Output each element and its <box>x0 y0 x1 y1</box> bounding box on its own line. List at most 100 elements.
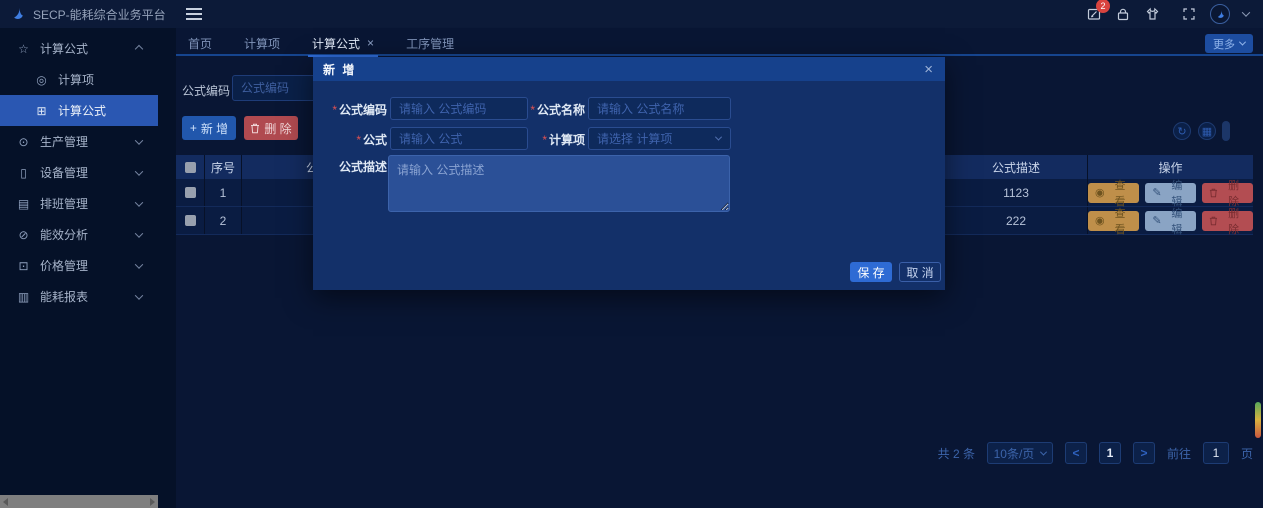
chevron-down-icon <box>1040 448 1047 455</box>
sidebar-item-report[interactable]: ▥ 能耗报表 <box>0 281 158 312</box>
tab-home[interactable]: 首页 <box>188 31 212 55</box>
top-header: SECP-能耗综合业务平台 2 <box>0 0 1263 28</box>
user-menu-chevron-down-icon[interactable] <box>1242 8 1250 16</box>
sidebar: ☆ 计算公式 ◎ 计算项 ⊞ 计算公式 ⊙ 生产管理 ▯ 设备管理 ▤ 排班管理 <box>0 28 176 508</box>
tab-calc-item[interactable]: 计算项 <box>244 31 280 55</box>
row-desc: 222 <box>945 207 1088 234</box>
formula-code-input[interactable] <box>390 97 528 120</box>
sidebar-item-price[interactable]: ⊡ 价格管理 <box>0 250 158 281</box>
sidebar-item-calc-formula[interactable]: ⊞ 计算公式 <box>0 95 158 126</box>
fullscreen-icon[interactable] <box>1181 6 1197 22</box>
right-edge-indicator <box>1255 402 1261 438</box>
production-icon: ⊙ <box>16 135 31 149</box>
refresh-icon[interactable]: ↻ <box>1173 122 1191 140</box>
formula-input[interactable] <box>390 127 528 150</box>
eye-icon: ◉ <box>1095 186 1105 199</box>
eye-icon: ◉ <box>1095 214 1105 227</box>
field-label-item: *计算项 <box>513 131 585 148</box>
tab-bar: 首页 计算项 计算公式 × 工序管理 更多 <box>176 32 1263 56</box>
column-header-index: 序号 <box>205 155 242 179</box>
view-button[interactable]: ◉ 查 看 <box>1088 183 1139 203</box>
field-label-code: *公式编码 <box>315 101 387 118</box>
more-button[interactable]: 更多 <box>1205 34 1253 53</box>
user-avatar[interactable] <box>1210 4 1230 24</box>
chevron-down-icon <box>1239 39 1246 46</box>
formula-name-input[interactable] <box>588 97 731 120</box>
field-label-name: *公式名称 <box>513 101 585 118</box>
page-unit-label: 页 <box>1241 445 1253 462</box>
calc-item-select[interactable]: 请选择 计算项 <box>588 127 731 150</box>
scrollbar-thumb[interactable] <box>1222 121 1230 141</box>
scroll-right-arrow-icon[interactable] <box>150 498 155 506</box>
add-formula-modal: 新 增 × *公式编码 *公式名称 *公式 *计算项 请选择 计算项 公式描述 … <box>313 57 945 290</box>
prev-page-button[interactable]: < <box>1065 442 1087 464</box>
trash-icon <box>1209 188 1218 198</box>
row-delete-button[interactable]: 删 除 <box>1202 183 1253 203</box>
modal-title: 新 增 <box>323 61 356 78</box>
sidebar-item-device[interactable]: ▯ 设备管理 <box>0 157 158 188</box>
analysis-icon: ⊘ <box>16 228 31 242</box>
next-page-button[interactable]: > <box>1133 442 1155 464</box>
column-settings-icon[interactable]: ▦ <box>1198 122 1216 140</box>
save-button[interactable]: 保 存 <box>850 262 892 282</box>
field-label-formula: *公式 <box>315 131 387 148</box>
theme-shirt-icon[interactable] <box>1144 6 1160 22</box>
device-icon: ▯ <box>16 166 31 180</box>
tab-calc-formula[interactable]: 计算公式 × <box>312 31 374 55</box>
sidebar-item-calc-formula-group[interactable]: ☆ 计算公式 <box>0 33 158 64</box>
pencil-icon: ✎ <box>1152 186 1161 199</box>
chevron-down-icon <box>135 229 143 237</box>
formula-desc-textarea[interactable] <box>388 155 730 212</box>
tab-close-icon[interactable]: × <box>367 36 374 50</box>
logo-swoosh-icon <box>10 6 26 22</box>
chevron-down-icon <box>135 198 143 206</box>
notification-badge: 2 <box>1096 0 1110 13</box>
sidebar-item-production[interactable]: ⊙ 生产管理 <box>0 126 158 157</box>
row-delete-button[interactable]: 删 除 <box>1202 211 1253 231</box>
pagination-total: 共 2 条 <box>938 445 975 462</box>
row-index: 2 <box>205 207 242 234</box>
pagination: 共 2 条 10条/页 < 1 > 前往 页 <box>938 442 1253 464</box>
edit-button[interactable]: ✎ 编 辑 <box>1145 183 1196 203</box>
goto-page-input[interactable] <box>1203 442 1229 464</box>
row-checkbox[interactable] <box>185 187 196 198</box>
hamburger-menu-icon[interactable] <box>186 8 202 20</box>
add-button[interactable]: + 新 增 <box>182 116 236 140</box>
current-page[interactable]: 1 <box>1099 442 1121 464</box>
column-header-ops: 操作 <box>1088 155 1253 179</box>
modal-close-icon[interactable]: × <box>924 61 935 78</box>
pencil-icon: ✎ <box>1152 214 1161 227</box>
lock-icon[interactable] <box>1115 6 1131 22</box>
price-icon: ⊡ <box>16 259 31 273</box>
chevron-down-icon <box>135 291 143 299</box>
chevron-down-icon <box>715 134 722 141</box>
sidebar-item-calc-item[interactable]: ◎ 计算项 <box>0 64 158 95</box>
row-checkbox[interactable] <box>185 215 196 226</box>
cancel-button[interactable]: 取 消 <box>899 262 941 282</box>
chevron-down-icon <box>135 136 143 144</box>
tab-process[interactable]: 工序管理 <box>406 31 454 55</box>
delete-button[interactable]: 删 除 <box>244 116 298 140</box>
horizontal-scrollbar[interactable] <box>0 495 158 508</box>
app-logo: SECP-能耗综合业务平台 <box>10 4 166 24</box>
page-size-select[interactable]: 10条/页 <box>987 442 1053 464</box>
message-edit-icon[interactable]: 2 <box>1086 6 1102 22</box>
sidebar-item-efficiency[interactable]: ⊘ 能效分析 <box>0 219 158 250</box>
column-header-desc: 公式描述 <box>945 155 1088 179</box>
goto-label: 前往 <box>1167 445 1191 462</box>
calendar-icon: ▤ <box>16 197 31 211</box>
report-icon: ▥ <box>16 290 31 304</box>
trash-icon <box>250 123 260 134</box>
select-all-checkbox[interactable] <box>185 162 196 173</box>
sidebar-item-schedule[interactable]: ▤ 排班管理 <box>0 188 158 219</box>
field-label-desc: 公式描述 <box>315 158 387 175</box>
scroll-left-arrow-icon[interactable] <box>3 498 8 506</box>
row-index: 1 <box>205 179 242 206</box>
filter-label: 公式编码 <box>182 82 230 99</box>
trash-icon <box>1209 216 1218 226</box>
star-icon: ☆ <box>16 42 31 56</box>
chevron-down-icon <box>135 260 143 268</box>
edit-button[interactable]: ✎ 编 辑 <box>1145 211 1196 231</box>
row-desc: 1123 <box>945 179 1088 206</box>
view-button[interactable]: ◉ 查 看 <box>1088 211 1139 231</box>
